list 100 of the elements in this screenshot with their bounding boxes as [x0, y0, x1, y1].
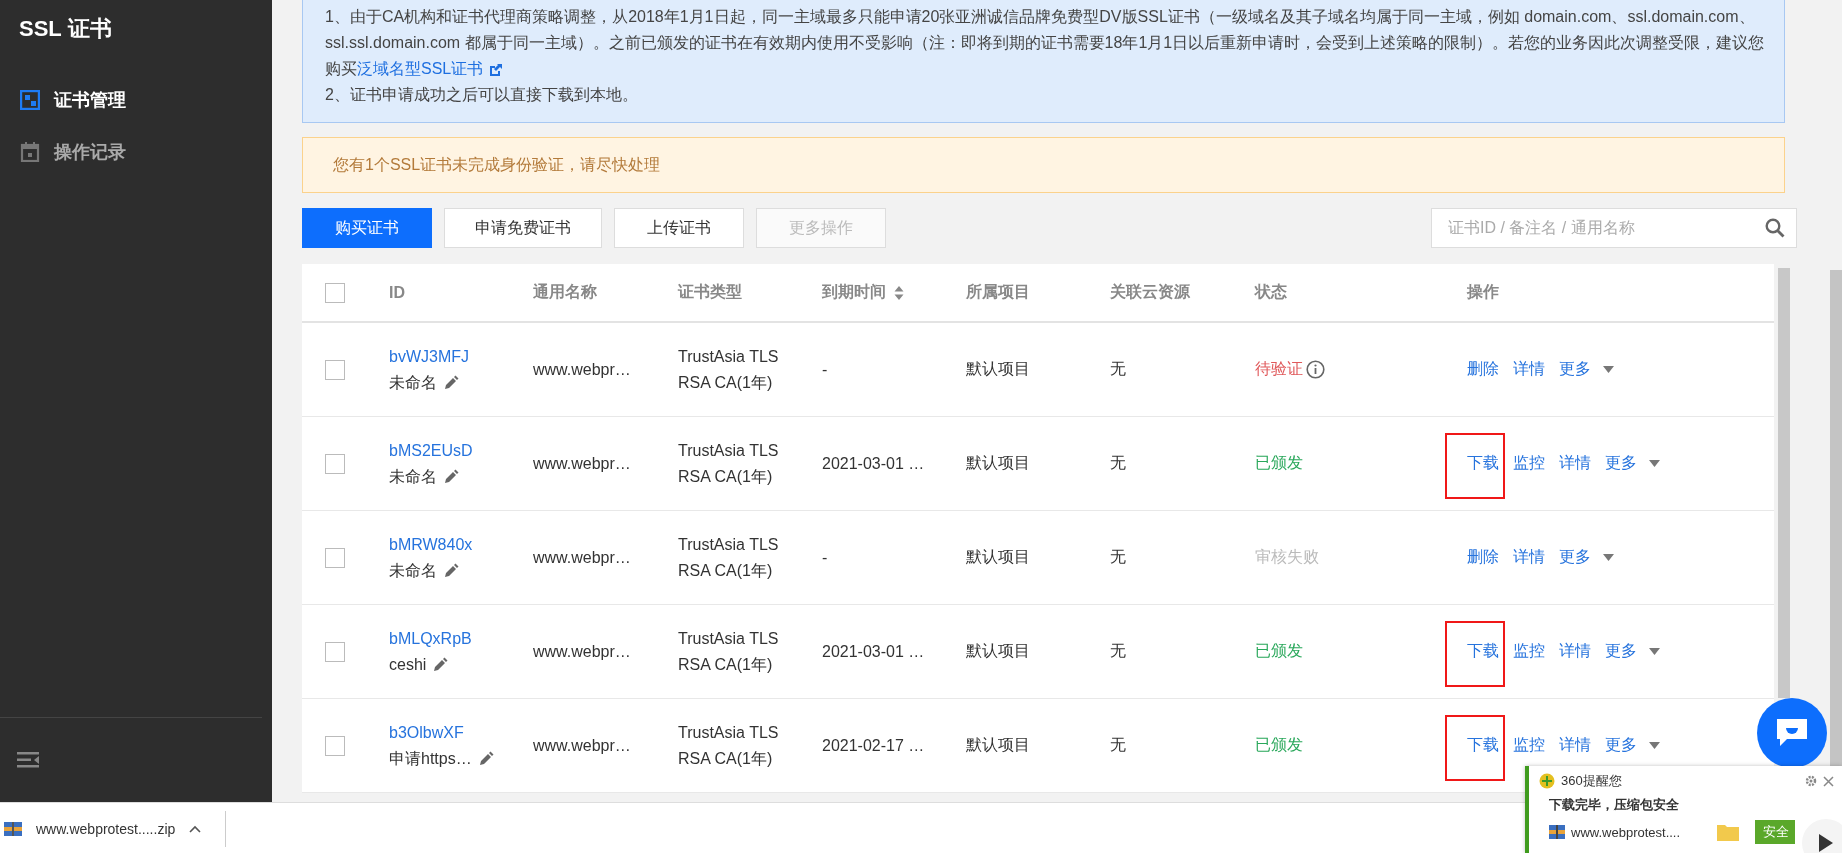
certificate-type-cell-text: TrustAsia TLS RSA CA(1年) — [678, 534, 780, 581]
pencil-icon[interactable] — [443, 562, 459, 579]
toolbar-button[interactable]: 购买证书 — [302, 208, 432, 248]
expiry-cell: - — [822, 360, 828, 378]
certificate-id-link[interactable]: bMS2EUsD — [389, 437, 533, 464]
download-item[interactable]: www.webprotest.....zip — [0, 810, 227, 847]
action-link[interactable]: 下载 — [1467, 641, 1499, 662]
sidebar-item[interactable]: 证书管理 — [0, 74, 272, 126]
calendar-icon — [20, 142, 40, 162]
select-all-checkbox[interactable] — [325, 282, 345, 303]
action-link[interactable]: 删除 — [1467, 359, 1499, 380]
sidebar-item[interactable]: 操作记录 — [0, 126, 272, 178]
sort-icon[interactable] — [894, 285, 904, 300]
column-header: 到期时间 — [822, 282, 886, 302]
certificate-type-cell-text: TrustAsia TLS RSA CA(1年) — [678, 346, 780, 393]
action-link[interactable]: 监控 — [1513, 641, 1545, 662]
project-cell: 默认项目 — [966, 548, 1030, 565]
row-checkbox[interactable] — [325, 359, 345, 380]
certificate-id-link[interactable]: bMRW840x — [389, 531, 533, 558]
cloud-resource-cell: 无 — [1110, 642, 1126, 659]
warning-text: 您有1个SSL证书未完成身份验证，请尽快处理 — [333, 154, 661, 175]
action-link[interactable]: 删除 — [1467, 547, 1499, 568]
popup-message: 下载完毕，压缩包安全 — [1548, 796, 1680, 814]
row-checkbox[interactable] — [325, 453, 345, 474]
status-text: 已颁发 — [1255, 735, 1303, 755]
action-link[interactable]: 更多 — [1559, 547, 1591, 568]
project-cell: 默认项目 — [966, 360, 1030, 377]
certificate-id-link[interactable]: bMLQxRpB — [389, 625, 533, 652]
info-icon[interactable] — [1306, 360, 1325, 379]
domain-cell: www.webpr… — [533, 454, 631, 472]
expiry-cell: 2021-02-17 … — [822, 736, 925, 754]
domain-cell: www.webpr… — [533, 548, 631, 566]
search-field[interactable]: 证书ID / 备注名 / 通用名称 — [1431, 208, 1797, 248]
expiry-cell: - — [822, 548, 828, 566]
toolbar-button[interactable]: 上传证书 — [614, 208, 744, 248]
archive-icon — [4, 819, 22, 838]
action-link[interactable]: 下载 — [1467, 735, 1499, 756]
highlight-frame — [1445, 433, 1505, 499]
external-link-icon[interactable] — [489, 62, 504, 77]
popup-file-name: www.webprotest.... — [1571, 824, 1682, 840]
caret-down-icon[interactable] — [1649, 742, 1660, 749]
column-header: 状态 — [1255, 282, 1287, 302]
action-link[interactable]: 更多 — [1605, 641, 1637, 662]
certificate-type-cell-text: TrustAsia TLS RSA CA(1年) — [678, 628, 780, 675]
action-link[interactable]: 监控 — [1513, 735, 1545, 756]
action-link[interactable]: 更多 — [1605, 735, 1637, 756]
toolbar-button[interactable]: 申请免费证书 — [444, 208, 602, 248]
action-link[interactable]: 详情 — [1513, 547, 1545, 568]
action-link[interactable]: 下载 — [1467, 453, 1499, 474]
row-checkbox[interactable] — [325, 547, 345, 568]
highlight-frame — [1445, 715, 1505, 781]
action-link[interactable]: 更多 — [1605, 453, 1637, 474]
caret-down-icon[interactable] — [1603, 554, 1614, 561]
close-icon[interactable] — [1823, 775, 1834, 787]
pencil-icon[interactable] — [443, 468, 459, 485]
certificate-id-link[interactable]: bvWJ3MFJ — [389, 343, 533, 370]
remark-text: 未命名 — [389, 560, 437, 581]
caret-down-icon[interactable] — [1649, 460, 1660, 467]
project-cell: 默认项目 — [966, 736, 1030, 753]
domain-cell: www.webpr… — [533, 642, 631, 660]
cloud-resource-cell: 无 — [1110, 736, 1126, 753]
chat-bubble-icon — [1777, 719, 1807, 747]
archive-icon — [1549, 825, 1565, 839]
action-link[interactable]: 更多 — [1559, 359, 1591, 380]
cloud-resource-cell: 无 — [1110, 360, 1126, 377]
collapse-menu-icon[interactable] — [17, 752, 39, 768]
wildcard-certificate-link[interactable]: 泛域名型SSL证书 — [357, 60, 484, 77]
popup-title: 360提醒您 — [1561, 772, 1623, 790]
row-checkbox[interactable] — [325, 735, 345, 756]
expiry-cell: 2021-03-01 … — [822, 642, 925, 660]
settings-icon[interactable] — [1805, 775, 1817, 787]
column-header: 操作 — [1467, 282, 1499, 302]
cloud-resource-cell: 无 — [1110, 548, 1126, 565]
sidebar-title: SSL 证书 — [19, 15, 113, 43]
action-link[interactable]: 详情 — [1559, 453, 1591, 474]
pencil-icon[interactable] — [432, 656, 449, 673]
play-icon — [1819, 834, 1833, 852]
certificate-type-cell-text: TrustAsia TLS RSA CA(1年) — [678, 722, 780, 769]
table-scrollbar[interactable] — [1778, 268, 1790, 698]
caret-down-icon[interactable] — [1649, 648, 1660, 655]
status-text: 已颁发 — [1255, 641, 1303, 661]
pencil-icon[interactable] — [443, 374, 459, 391]
action-link[interactable]: 监控 — [1513, 453, 1545, 474]
highlight-frame — [1445, 621, 1505, 687]
domain-cell: www.webpr… — [533, 736, 631, 754]
action-link[interactable]: 详情 — [1513, 359, 1545, 380]
open-button[interactable]: 安全 — [1755, 820, 1795, 844]
caret-up-icon[interactable] — [189, 824, 202, 833]
shield-plus-icon — [1539, 773, 1555, 789]
column-header: ID — [389, 283, 405, 302]
remark-text: 申请https… — [389, 748, 472, 769]
status-text: 审核失败 — [1255, 547, 1319, 567]
remark-text: 未命名 — [389, 372, 437, 393]
caret-down-icon[interactable] — [1603, 366, 1614, 373]
action-link[interactable]: 详情 — [1559, 641, 1591, 662]
action-link[interactable]: 详情 — [1559, 735, 1591, 756]
row-checkbox[interactable] — [325, 641, 345, 662]
pencil-icon[interactable] — [477, 750, 494, 767]
certificate-id-link[interactable]: b3OlbwXF — [389, 719, 533, 746]
notice-paragraph: 1、由于CA机构和证书代理商策略调整，从2018年1月1日起，同一主域最多只能申请20张亚洲诚信品牌免费型DV版SSL证书（一级域名及其子域名均属于同一主域，例如 domain.com、ssl.domain.com、ssl.ssl.domain.com 都属于同一主域）。之前已颁发的证书在有效期内使用不受影响（注：即将到期的证书需要18年1月1日以后重新申请时，会受到上述策略的限制）。若您的业务因此次调整受限，建议您购买泛域名型SSL证书 — [325, 7, 1766, 79]
